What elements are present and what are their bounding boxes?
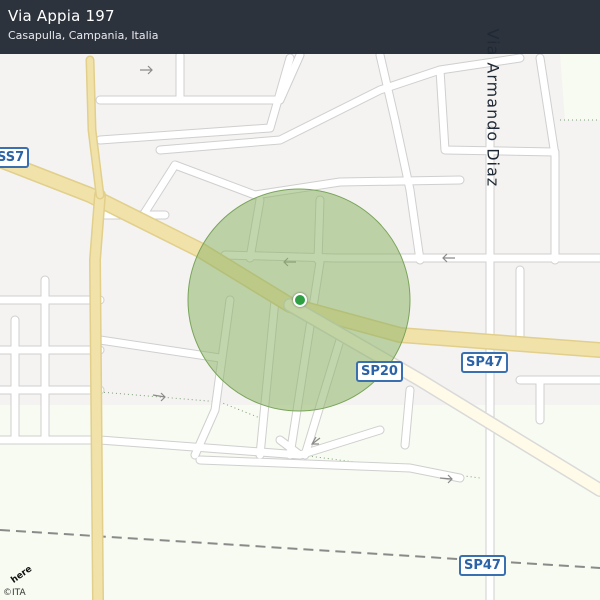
road-shield-sp47-upper: SP47 — [461, 352, 508, 373]
svg-text:here: here — [10, 566, 34, 584]
road-shield-sp47-lower: SP47 — [459, 555, 506, 576]
location-dot-icon[interactable] — [293, 293, 307, 307]
street-name-label: Via Armando Diaz — [483, 28, 503, 188]
road-shield-ss7: SS7 — [0, 147, 30, 168]
address-subtitle: Casapulla, Campania, Italia — [8, 29, 159, 42]
road-shield-sp20: SP20 — [356, 361, 403, 382]
here-logo: here — [10, 566, 34, 584]
location-header: Via Appia 197 Casapulla, Campania, Itali… — [0, 0, 600, 54]
address-title: Via Appia 197 — [8, 7, 115, 25]
map-attribution: ©ITA — [3, 588, 26, 598]
